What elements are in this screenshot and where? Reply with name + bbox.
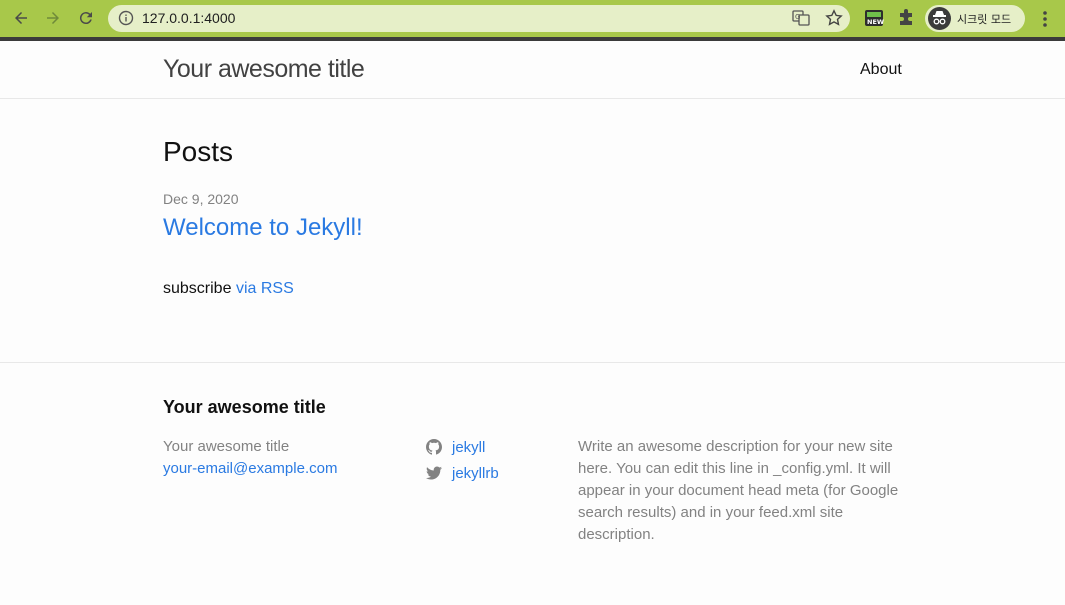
twitter-icon	[426, 466, 442, 480]
posts-heading: Posts	[163, 136, 234, 167]
extension-new-icon[interactable]: NEW	[864, 8, 884, 28]
social-label-github[interactable]: jekyll	[452, 439, 485, 456]
url-text[interactable]: 127.0.0.1:4000	[142, 10, 235, 26]
footer-site-name: Your awesome title	[163, 438, 290, 455]
back-button[interactable]	[9, 7, 33, 29]
puzzle-icon[interactable]	[896, 8, 916, 28]
forward-icon	[47, 12, 59, 24]
reload-button[interactable]	[74, 7, 98, 29]
svg-text:NEW: NEW	[867, 18, 884, 26]
footer-description: Write an awesome description for your ne…	[578, 438, 899, 543]
site-title-link[interactable]: Your awesome title	[163, 55, 365, 84]
github-icon	[426, 439, 442, 455]
svg-text:G: G	[795, 13, 800, 21]
footer-heading: Your awesome title	[163, 397, 326, 417]
menu-icon[interactable]	[1038, 9, 1052, 29]
star-icon[interactable]	[825, 9, 843, 27]
reload-icon	[79, 12, 92, 25]
subscribe-text: subscribe	[163, 280, 232, 297]
rss-link[interactable]: via RSS	[236, 280, 294, 297]
subscribe-line: subscribe via RSS	[163, 280, 294, 298]
social-item-twitter[interactable]: jekyllrb	[426, 463, 499, 483]
info-icon[interactable]	[118, 10, 134, 26]
forward-button[interactable]	[41, 7, 65, 29]
social-item-github[interactable]: jekyll	[426, 437, 485, 457]
nav-link-about[interactable]: About	[860, 61, 902, 79]
site-header	[0, 41, 1065, 99]
post-date: Dec 9, 2020	[163, 191, 239, 207]
back-icon	[15, 12, 27, 24]
social-label-twitter[interactable]: jekyllrb	[452, 465, 499, 482]
incognito-label: 시크릿 모드	[957, 13, 1012, 26]
post-title-link[interactable]: Welcome to Jekyll!	[163, 214, 363, 242]
translate-icon[interactable]: G	[792, 9, 810, 27]
incognito-icon	[928, 7, 951, 30]
footer-email-link[interactable]: your-email@example.com	[163, 460, 337, 477]
